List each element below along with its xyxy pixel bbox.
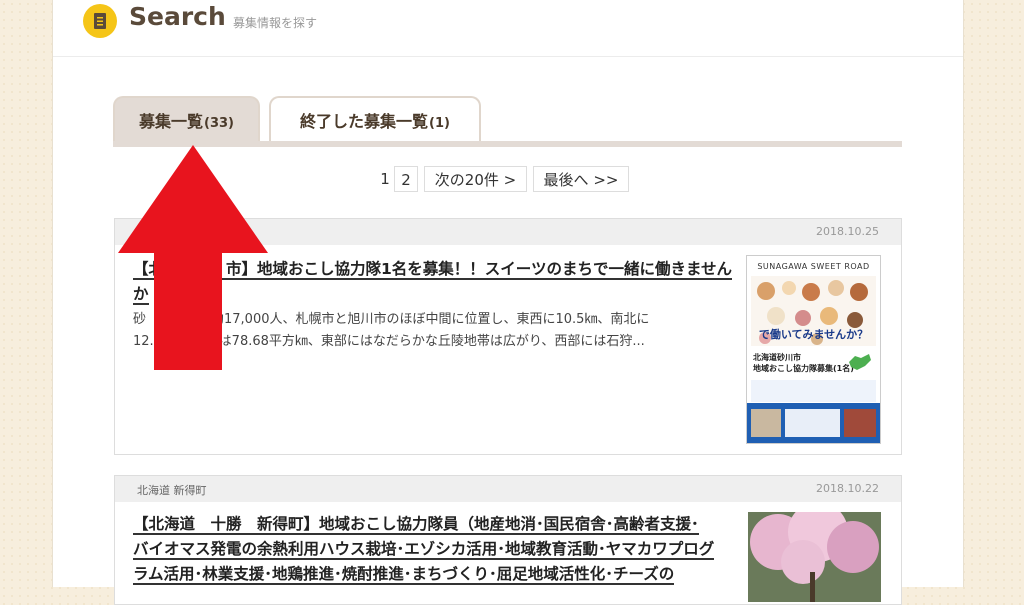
- tab-open-listings[interactable]: 募集一覧 (33): [113, 96, 260, 142]
- document-icon: [83, 4, 117, 38]
- listing-thumbnail[interactable]: SUNAGAWA SWEET ROAD で働いてみませんか？ 北海道砂川市 地域…: [746, 255, 881, 444]
- tab-count: (1): [429, 115, 450, 131]
- thumb-photo-strip: [747, 403, 880, 443]
- tab-closed-listings[interactable]: 終了した募集一覧 (1): [269, 96, 481, 142]
- thumb-heading: SUNAGAWA SWEET ROAD: [757, 262, 870, 271]
- header-divider: [53, 56, 963, 57]
- red-arrow-annotation: [118, 145, 268, 370]
- last-page-link[interactable]: 最後へ >>: [533, 166, 629, 192]
- tab-label: 終了した募集一覧: [300, 112, 429, 131]
- hokkaido-map-icon: [847, 352, 873, 372]
- listing-card[interactable]: 北海道 新得町 2018.10.22 【北海道 十勝 新得町】地域おこし協力隊員…: [114, 475, 902, 605]
- page-current: 1: [380, 170, 390, 188]
- thumb-text-block: [751, 380, 876, 402]
- cherry-blossom-photo: [748, 512, 881, 602]
- next-page-link[interactable]: 次の20件 >: [424, 166, 527, 192]
- page-subtitle: 募集情報を探す: [233, 16, 318, 30]
- listing-date: 2018.10.25: [816, 225, 879, 238]
- page-2-link[interactable]: 2: [394, 166, 418, 192]
- listing-date: 2018.10.22: [816, 482, 879, 495]
- thumb-catchphrase: で働いてみませんか？: [758, 328, 869, 341]
- listing-thumbnail[interactable]: [748, 512, 881, 602]
- tab-count: (33): [204, 115, 234, 131]
- thumb-caption: 北海道砂川市 地域おこし協力隊募集(1名): [753, 353, 854, 373]
- listing-title[interactable]: 【北海道 十勝 新得町】地域おこし協力隊員（地産地消･国民宿舎･高齢者支援･ バ…: [133, 512, 733, 587]
- listing-header: 北海道 新得町 2018.10.22: [115, 476, 901, 502]
- tab-label: 募集一覧: [139, 112, 204, 131]
- page-title: Search: [129, 2, 226, 31]
- listing-region: 北海道 新得町: [137, 484, 207, 497]
